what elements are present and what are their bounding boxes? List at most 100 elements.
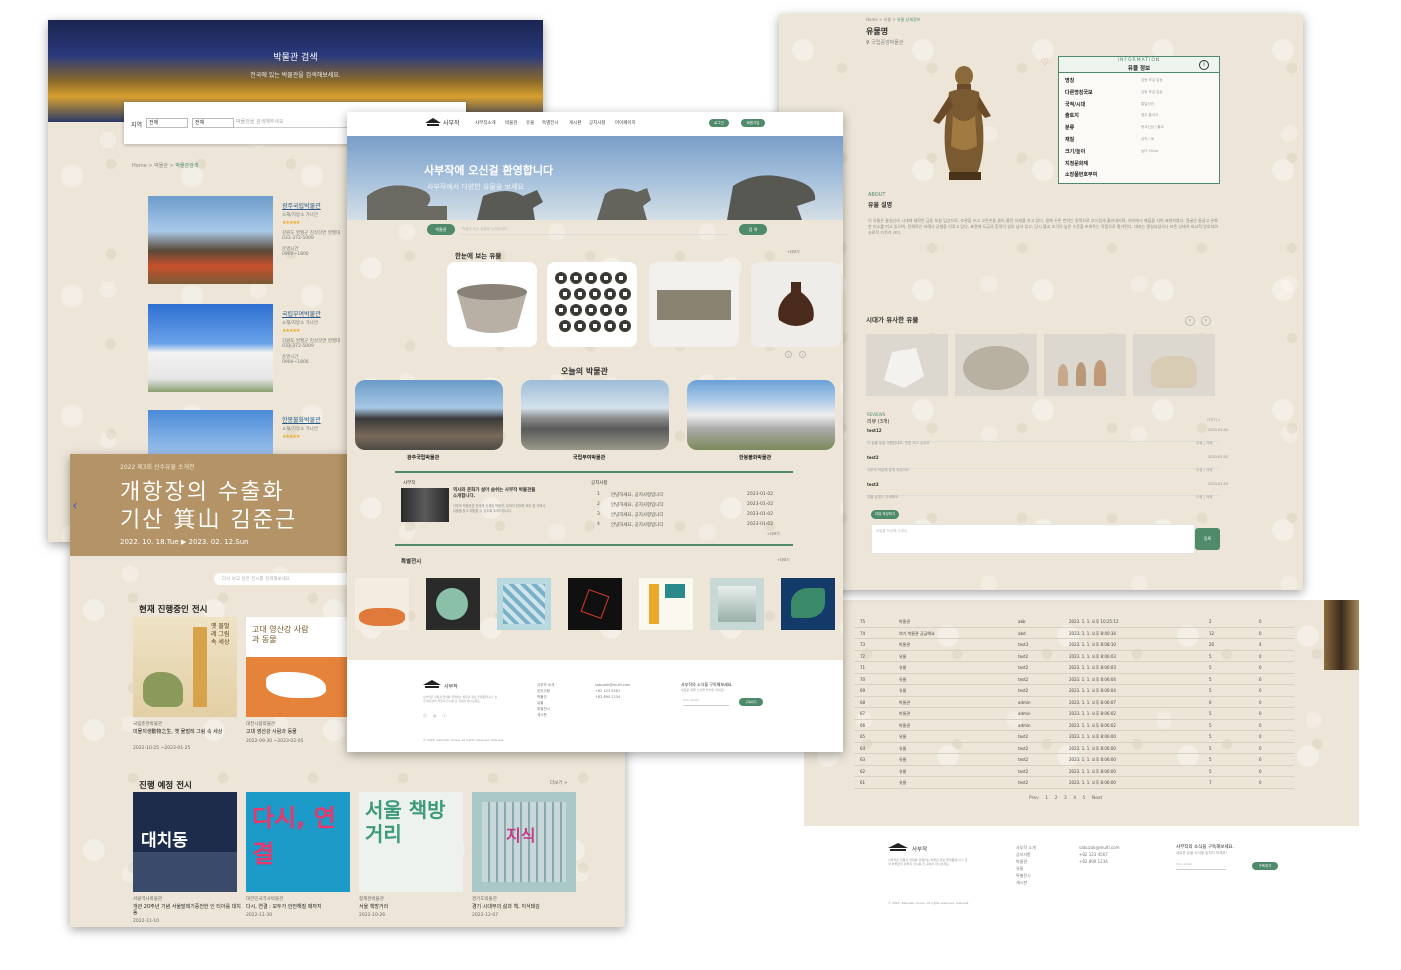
social-icons[interactable]: ⓕ◎ⓘ bbox=[423, 713, 453, 719]
museum-name[interactable]: 광주국립박물관 bbox=[407, 454, 439, 461]
subscribe-button[interactable]: 구독하기 bbox=[739, 698, 763, 706]
exhibition-poster[interactable]: 다시, 연결 bbox=[246, 792, 350, 892]
table-cell-cat[interactable]: 여기 박물관 궁금해요 bbox=[899, 631, 935, 637]
pager-next[interactable]: Next bbox=[1092, 796, 1102, 801]
table-row[interactable]: 73 박물관 test3 2023. 1. 1. 오후 8:08:10 20 4 bbox=[854, 639, 1294, 651]
artifact-thumb[interactable] bbox=[649, 262, 739, 347]
museum-name[interactable]: 한봉불화박물관 bbox=[282, 415, 321, 424]
table-row[interactable]: 63 유물 test2 2023. 1. 1. 오후 8:06:00 5 0 bbox=[854, 754, 1294, 766]
artifact-thumb[interactable] bbox=[447, 262, 537, 347]
table-cell-cat[interactable]: 박물관 bbox=[899, 619, 910, 625]
exhibition-poster[interactable]: 서울 책방거리 bbox=[359, 792, 463, 892]
region-select-2[interactable]: 전체 bbox=[192, 118, 234, 128]
special-exhibition-poster[interactable] bbox=[568, 578, 622, 630]
review-textarea[interactable]: 리뷰를 작성해 주세요 bbox=[871, 524, 1195, 554]
museum-name[interactable]: 한봉불화박물관 bbox=[739, 454, 771, 461]
table-cell-cat[interactable]: 유물 bbox=[899, 734, 906, 740]
museum-card[interactable] bbox=[355, 380, 503, 450]
exhibition-title[interactable]: 미물지생動物之生, 옛 물벌레 그림 속 세상 bbox=[133, 729, 243, 735]
review-actions[interactable]: 수정 | 삭제 bbox=[1196, 441, 1212, 446]
table-cell-cat[interactable]: 유물 bbox=[899, 665, 906, 671]
special-exhibition-poster[interactable] bbox=[781, 578, 835, 630]
exhibition-title[interactable]: 다시, 연결 : 모두가 안전해질 때까지 bbox=[246, 904, 356, 910]
table-row[interactable]: 67 박물관 admin 2023. 1. 1. 오후 8:06:02 5 0 bbox=[854, 708, 1294, 720]
pager-prev[interactable]: Prev bbox=[1029, 796, 1039, 801]
table-row[interactable]: 66 박물관 admin 2023. 1. 1. 오후 8:06:02 5 0 bbox=[854, 720, 1294, 731]
write-review-button[interactable]: 리뷰 작성하기 bbox=[871, 510, 899, 519]
artifact-thumb[interactable] bbox=[547, 262, 637, 347]
exhibition-poster[interactable]: 대치동 bbox=[133, 792, 237, 892]
notice-link[interactable]: 안녕하세요, 공지사항입니다 bbox=[611, 502, 664, 508]
banner-prev-icon[interactable]: ‹ bbox=[72, 498, 78, 514]
museum-card[interactable]: 광주국립박물관 소재/지방소 가나안 ★★★★★ 강원도 영월군 김삿갓면 영월… bbox=[148, 196, 368, 286]
exhibition-title[interactable]: 고대 영산강 사람과 동물 bbox=[246, 729, 356, 735]
similar-artifact[interactable] bbox=[955, 334, 1037, 396]
footer-link[interactable]: 박물관 bbox=[1016, 858, 1036, 865]
footer-link[interactable]: 공지사항 bbox=[1016, 851, 1036, 858]
exhibition-poster[interactable]: 고대 영산강 사람과 동물 bbox=[246, 617, 350, 717]
notice-link[interactable]: 안녕하세요, 공지사항입니다 bbox=[611, 512, 664, 518]
exhibition-poster[interactable]: 지식 bbox=[472, 792, 576, 892]
notice-link[interactable]: 안녕하세요, 공지사항입니다 bbox=[611, 522, 664, 528]
museum-card[interactable] bbox=[687, 380, 835, 450]
breadcrumb-museum[interactable]: 박물관 bbox=[154, 163, 168, 169]
prev-arrow-icon[interactable]: ‹ bbox=[785, 351, 792, 358]
footer-link[interactable]: 사부작 소개 bbox=[1016, 844, 1036, 851]
similar-artifact[interactable] bbox=[1133, 334, 1215, 396]
region-select-1[interactable]: 전체 bbox=[146, 118, 188, 128]
artifacts-more-link[interactable]: +더보기 bbox=[787, 250, 800, 255]
footer-link[interactable]: 게시판 bbox=[537, 712, 554, 718]
subscribe-email-input[interactable]: Your email bbox=[1176, 862, 1226, 870]
table-cell-cat[interactable]: 박물관 bbox=[899, 700, 910, 706]
special-exhibition-poster[interactable] bbox=[710, 578, 764, 630]
nav-notice[interactable]: 공지사항 bbox=[589, 120, 606, 126]
special-exhibition-poster[interactable] bbox=[355, 578, 409, 630]
nav-board[interactable]: 게시판 bbox=[569, 120, 581, 126]
museum-card[interactable] bbox=[521, 380, 669, 450]
pager-page[interactable]: 2 bbox=[1055, 796, 1058, 801]
artifact-thumb[interactable] bbox=[751, 262, 841, 347]
table-row[interactable]: 62 유물 test2 2023. 1. 1. 오후 8:06:00 5 0 bbox=[854, 766, 1294, 777]
exhibition-poster[interactable]: 옛 물벌레 그림 속 세상 bbox=[133, 617, 237, 717]
home-search-input[interactable]: 박물관 또는 유물을 입력하세요 bbox=[459, 224, 729, 235]
search-button[interactable]: 검 색 bbox=[739, 224, 767, 235]
table-row[interactable]: 74 여기 박물관 궁금해요 abd 2023. 1. 1. 오후 8:40:34 12… bbox=[854, 628, 1294, 639]
login-button[interactable]: 로그인 bbox=[709, 119, 729, 127]
pager-page[interactable]: 3 bbox=[1064, 796, 1067, 801]
table-cell-cat[interactable]: 유물 bbox=[899, 688, 906, 694]
table-row[interactable]: 75 박물관 abb 2023. 1. 1. 오후 10:25:12 2 0 bbox=[854, 616, 1294, 628]
similar-artifact[interactable] bbox=[866, 334, 948, 396]
pager-page[interactable]: 5 bbox=[1083, 796, 1086, 801]
table-row[interactable]: 69 유물 test2 2023. 1. 1. 오후 8:06:04 5 0 bbox=[854, 685, 1294, 697]
museum-name[interactable]: 국립부여박물관 bbox=[282, 309, 321, 318]
review-actions[interactable]: 수정 | 삭제 bbox=[1196, 495, 1212, 500]
footer-link[interactable]: 유물 bbox=[1016, 865, 1036, 872]
site-logo[interactable]: 사부작 bbox=[443, 118, 460, 127]
breadcrumb-home[interactable]: Home bbox=[866, 17, 878, 22]
notice-more-link[interactable]: +더보기 bbox=[767, 532, 780, 537]
museum-name[interactable]: 국립부여박물관 bbox=[573, 454, 605, 461]
review-actions[interactable]: 수정 | 삭제 bbox=[1196, 468, 1212, 473]
table-row[interactable]: 64 유물 test2 2023. 1. 1. 오후 8:06:00 5 0 bbox=[854, 743, 1294, 754]
footer-link[interactable]: 특별전시 bbox=[1016, 872, 1036, 879]
table-row[interactable]: 72 유물 test2 2023. 1. 1. 오후 8:06:03 5 0 bbox=[854, 651, 1294, 662]
special-exhibition-poster[interactable] bbox=[497, 578, 551, 630]
table-row[interactable]: 71 유물 test2 2023. 1. 1. 오후 8:06:03 5 0 bbox=[854, 662, 1294, 674]
table-row[interactable]: 65 유물 test2 2023. 1. 1. 오후 8:06:00 5 0 bbox=[854, 731, 1294, 743]
submit-review-button[interactable]: 등록 bbox=[1195, 528, 1220, 550]
next-arrow-icon[interactable]: › bbox=[1201, 316, 1211, 326]
footer-link[interactable]: 게시판 bbox=[1016, 879, 1036, 886]
more-link[interactable]: 더보기 > bbox=[550, 780, 568, 786]
search-category-select[interactable]: 박물관 bbox=[427, 224, 455, 235]
reviews-more-link[interactable]: 더보기 > bbox=[1207, 418, 1221, 423]
nav-mypage[interactable]: 마이페이지 bbox=[615, 120, 636, 126]
next-arrow-icon[interactable]: › bbox=[799, 351, 806, 358]
nav-special[interactable]: 특별전시 bbox=[542, 120, 559, 126]
breadcrumb-home[interactable]: Home bbox=[132, 163, 147, 169]
table-row[interactable]: 68 박물관 admin 2023. 1. 1. 오후 8:06:07 6 0 bbox=[854, 697, 1294, 708]
exhibition-title[interactable]: 경기 시대부의 삶과 책, 지식돼김 bbox=[472, 904, 582, 910]
nav-artifact[interactable]: 유물 bbox=[526, 120, 534, 126]
exhibition-title[interactable]: 서울 책방거리 bbox=[359, 904, 469, 910]
signup-button[interactable]: 회원가입 bbox=[741, 119, 765, 127]
table-cell-cat[interactable]: 박물관 bbox=[899, 711, 910, 717]
